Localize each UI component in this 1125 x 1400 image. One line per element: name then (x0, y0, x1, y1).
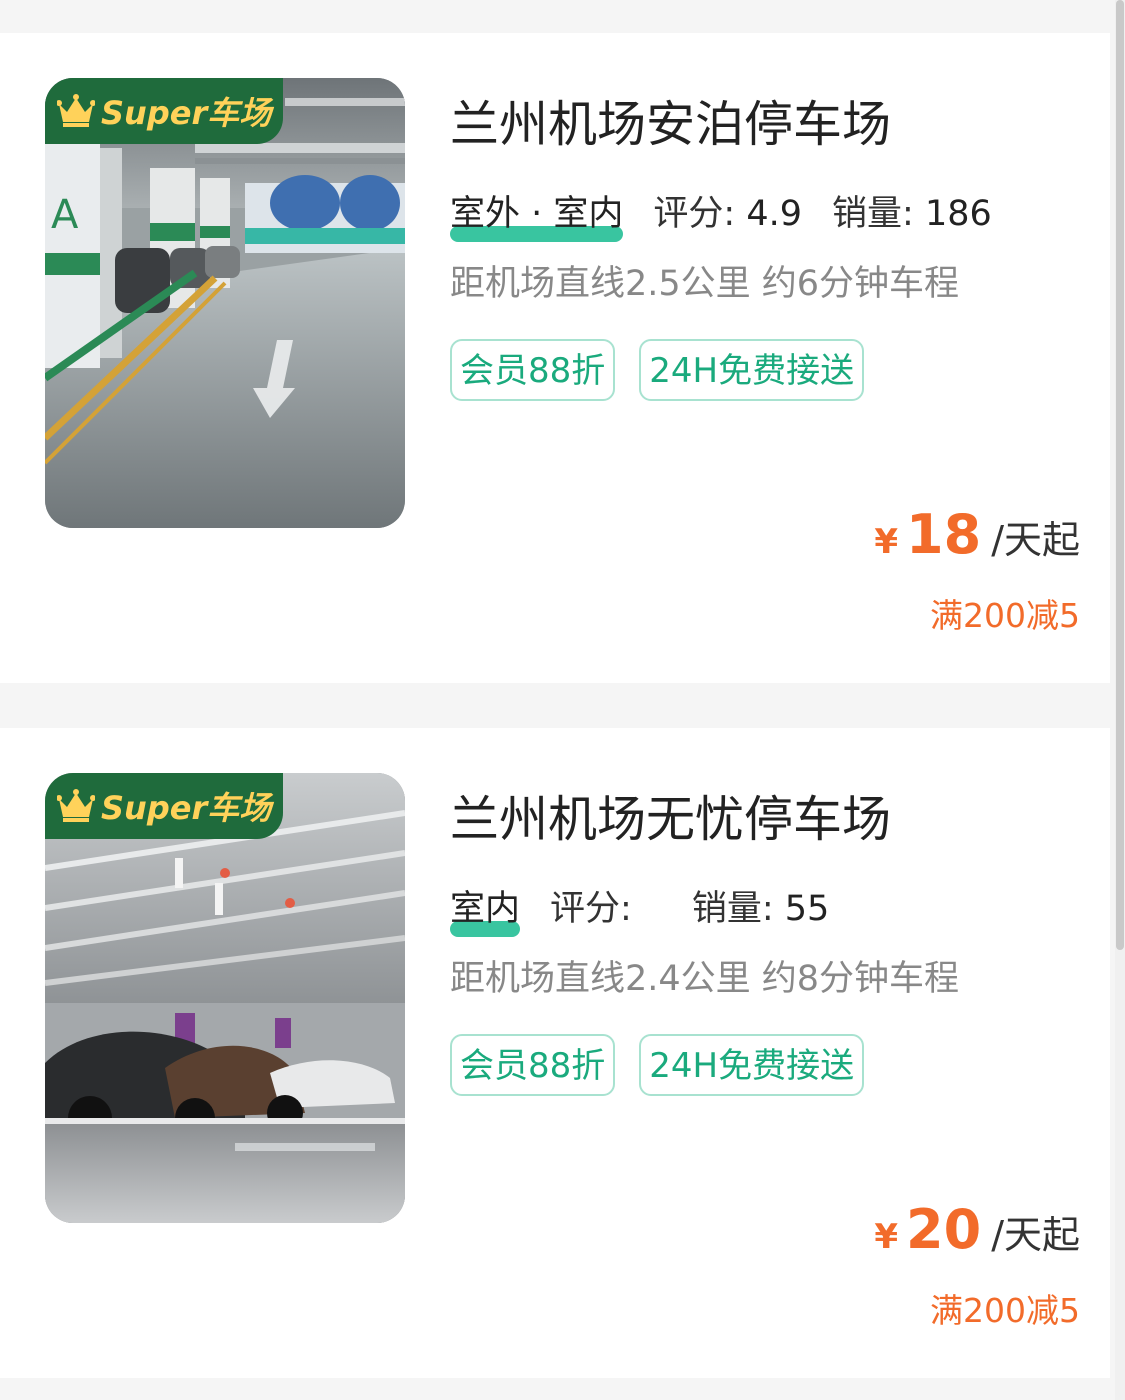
price: ¥ 20 /天起 (874, 1198, 1080, 1261)
price: ¥ 18 /天起 (874, 503, 1080, 566)
parking-lot-card[interactable]: Super车场 兰州机场无忧停车场 室内 评分: 销量: 55 距机场直线2.4… (0, 728, 1110, 1378)
rating: 评分: (550, 888, 632, 929)
distance-info: 距机场直线2.5公里 约6分钟车程 (450, 264, 960, 304)
feature-tags: 会员88折 24H免费接送 (450, 339, 888, 401)
parking-type-tag: 室外 · 室内 (450, 185, 624, 242)
distance-info: 距机场直线2.4公里 约8分钟车程 (450, 959, 960, 999)
parking-lot-name[interactable]: 兰州机场无忧停车场 (450, 780, 891, 851)
parking-garage-image (45, 773, 405, 1223)
member-discount-tag: 会员88折 (450, 1034, 616, 1096)
price-unit: /天起 (991, 518, 1080, 562)
scrollbar[interactable] (1115, 0, 1125, 1400)
super-lot-label: Super车场 (101, 789, 272, 827)
parking-garage-image: A (45, 78, 405, 528)
price-amount: 20 (906, 1198, 982, 1261)
feature-tags: 会员88折 24H免费接送 (450, 1034, 888, 1096)
parking-list-page: A Super车场 兰州机场安泊停车场 室外 · 室内 评分: 4.9 销量: … (0, 0, 1125, 1400)
promo-text: 满200减5 (930, 1291, 1080, 1330)
super-lot-badge: Super车场 (45, 773, 283, 839)
parking-lot-card[interactable]: A Super车场 兰州机场安泊停车场 室外 · 室内 评分: 4.9 销量: … (0, 33, 1110, 683)
sales-count: 销量: 186 (832, 193, 992, 234)
parking-lot-photo[interactable]: Super车场 (45, 773, 405, 1223)
scrollbar-thumb[interactable] (1116, 0, 1124, 950)
price-amount: 18 (906, 503, 982, 566)
member-discount-tag: 会员88折 (450, 339, 616, 401)
promo-text: 满200减5 (930, 596, 1080, 635)
shuttle-tag: 24H免费接送 (639, 1034, 865, 1096)
shuttle-tag: 24H免费接送 (639, 339, 865, 401)
super-lot-label: Super车场 (101, 94, 272, 132)
currency-symbol: ¥ (874, 522, 899, 562)
parking-lot-meta: 室外 · 室内 评分: 4.9 销量: 186 (450, 185, 1022, 242)
parking-type-tag: 室内 (450, 880, 521, 937)
price-unit: /天起 (991, 1213, 1080, 1257)
svg-text:A: A (51, 192, 79, 238)
rating: 评分: 4.9 (653, 193, 802, 234)
sales-count: 销量: 55 (691, 888, 830, 929)
currency-symbol: ¥ (874, 1217, 899, 1257)
parking-lot-name[interactable]: 兰州机场安泊停车场 (450, 85, 891, 156)
crown-icon (57, 94, 95, 128)
parking-lot-photo[interactable]: A Super车场 (45, 78, 405, 528)
crown-icon (57, 789, 95, 823)
super-lot-badge: Super车场 (45, 78, 283, 144)
parking-lot-meta: 室内 评分: 销量: 55 (450, 880, 859, 937)
